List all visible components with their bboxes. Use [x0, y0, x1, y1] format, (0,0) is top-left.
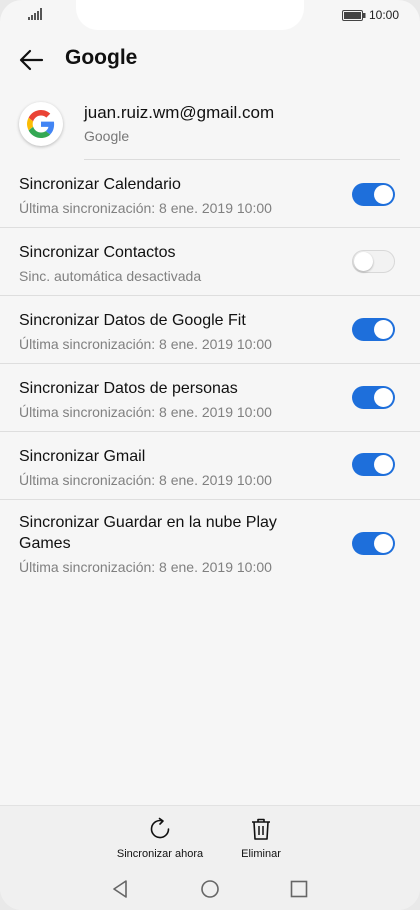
status-bar: 10:00 — [0, 0, 420, 30]
page-title: Google — [65, 46, 138, 69]
header: Google — [0, 30, 420, 90]
toggle-knob — [374, 320, 393, 339]
row-text: Sincronizar Gmail Última sincronización:… — [19, 446, 319, 489]
back-button[interactable] — [16, 44, 48, 76]
account-header: juan.ruiz.wm@gmail.com Google — [0, 92, 420, 160]
toggle-switch-play-games[interactable] — [352, 532, 395, 555]
triangle-back-icon[interactable] — [111, 879, 131, 899]
sync-row-calendar[interactable]: Sincronizar Calendario Última sincroniza… — [0, 160, 420, 228]
sync-row-contacts[interactable]: Sincronizar Contactos Sinc. automática d… — [0, 228, 420, 296]
sync-item-subtitle: Sinc. automática desactivada — [19, 268, 202, 284]
sync-now-label: Sincronizar ahora — [116, 848, 204, 860]
toggle-switch-contacts[interactable] — [352, 250, 395, 273]
google-g-icon — [27, 110, 55, 138]
toggle-switch-calendar[interactable] — [352, 183, 395, 206]
row-text: Sincronizar Datos de personas Última sin… — [19, 378, 319, 421]
signal-icon — [28, 8, 42, 20]
bottom-action-bar: Sincronizar ahora Eliminar — [0, 805, 420, 910]
square-recent-icon[interactable] — [289, 879, 309, 899]
sync-item-subtitle: Última sincronización: 8 ene. 2019 10:00 — [19, 404, 272, 420]
account-type: Google — [84, 128, 130, 144]
notch — [76, 0, 304, 30]
sync-now-button[interactable]: Sincronizar ahora — [109, 816, 211, 860]
sync-row-play-games[interactable]: Sincronizar Guardar en la nube Play Game… — [0, 500, 420, 590]
toggle-switch-people[interactable] — [352, 386, 395, 409]
sync-item-subtitle: Última sincronización: 8 ene. 2019 10:00 — [19, 336, 272, 352]
sync-item-subtitle: Última sincronización: 8 ene. 2019 10:00 — [19, 559, 272, 575]
sync-row-google-fit[interactable]: Sincronizar Datos de Google Fit Última s… — [0, 296, 420, 364]
toggle-switch-google-fit[interactable] — [352, 318, 395, 341]
refresh-icon — [150, 817, 170, 839]
sync-item-subtitle: Última sincronización: 8 ene. 2019 10:00 — [19, 200, 272, 216]
arrow-left-icon — [19, 49, 44, 71]
circle-home-icon[interactable] — [200, 879, 220, 899]
sync-item-title: Sincronizar Datos de Google Fit — [19, 312, 246, 329]
row-text: Sincronizar Datos de Google Fit Última s… — [19, 310, 319, 353]
toggle-knob — [374, 455, 393, 474]
delete-label: Eliminar — [241, 848, 281, 860]
sync-item-title: Sincronizar Datos de personas — [19, 380, 238, 397]
sync-item-title: Sincronizar Guardar en la nube Play Game… — [19, 514, 277, 552]
sync-item-title: Sincronizar Gmail — [19, 448, 146, 465]
sync-row-gmail[interactable]: Sincronizar Gmail Última sincronización:… — [0, 432, 420, 500]
toggle-knob — [354, 252, 373, 271]
battery-icon — [342, 10, 366, 21]
status-time: 10:00 — [369, 8, 400, 22]
row-text: Sincronizar Calendario Última sincroniza… — [19, 174, 319, 217]
toggle-knob — [374, 185, 393, 204]
sync-item-subtitle: Última sincronización: 8 ene. 2019 10:00 — [19, 472, 272, 488]
toggle-knob — [374, 388, 393, 407]
toggle-knob — [374, 534, 393, 553]
trash-icon — [252, 818, 270, 840]
account-email: juan.ruiz.wm@gmail.com — [84, 103, 275, 122]
row-text: Sincronizar Contactos Sinc. automática d… — [19, 242, 319, 285]
google-logo — [19, 102, 63, 146]
toggle-switch-gmail[interactable] — [352, 453, 395, 476]
sync-row-people[interactable]: Sincronizar Datos de personas Última sin… — [0, 364, 420, 432]
system-nav-bar — [0, 874, 420, 904]
delete-button[interactable]: Eliminar — [231, 816, 291, 860]
screen: 10:00 Google juan.ruiz.wm@gmail.com Goog… — [0, 0, 420, 910]
sync-list: Sincronizar Calendario Última sincroniza… — [0, 160, 420, 590]
row-text: Sincronizar Guardar en la nube Play Game… — [19, 512, 309, 576]
sync-item-title: Sincronizar Calendario — [19, 176, 181, 193]
sync-item-title: Sincronizar Contactos — [19, 244, 176, 261]
